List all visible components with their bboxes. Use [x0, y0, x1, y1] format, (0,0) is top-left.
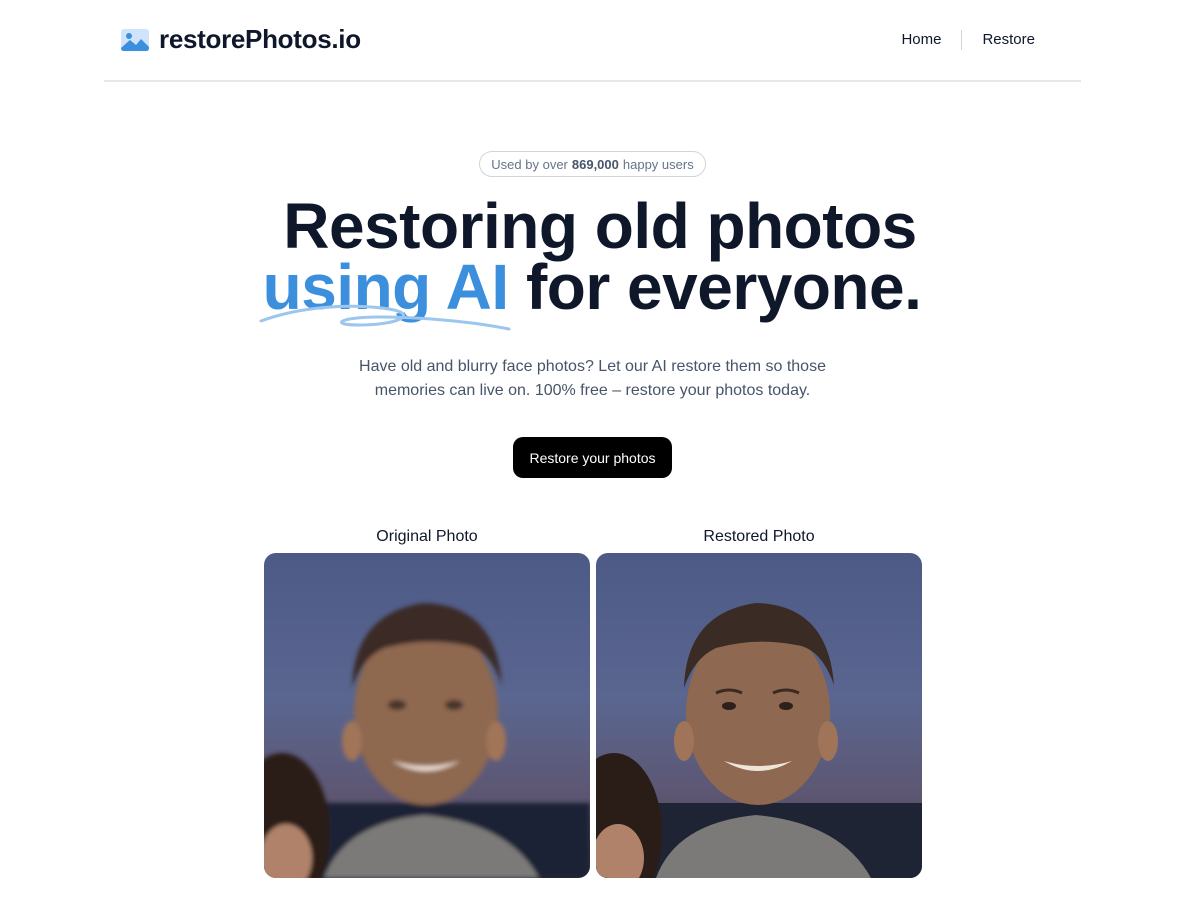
photo-icon [121, 28, 149, 51]
nav-home-link[interactable]: Home [881, 30, 961, 50]
hero-subtitle: Have old and blurry face photos? Let our… [359, 358, 826, 399]
original-photo [264, 553, 590, 878]
restore-photos-button[interactable]: Restore your photos [513, 437, 672, 478]
original-photo-column: Original Photo [264, 525, 590, 878]
restored-photo-label: Restored Photo [703, 528, 815, 545]
site-header: restorePhotos.io Home Restore [104, 0, 1081, 82]
main-nav: Home Restore [881, 30, 1055, 50]
underline-scribble [259, 304, 511, 331]
nav-restore-link[interactable]: Restore [962, 30, 1055, 50]
restored-photo [596, 553, 922, 878]
badge-suffix: happy users [622, 156, 694, 172]
logo-text: restorePhotos.io [159, 24, 361, 54]
badge-prefix: Used by over [491, 156, 568, 172]
original-photo-label: Original Photo [376, 528, 478, 545]
logo-link[interactable]: restorePhotos.io [120, 24, 361, 55]
badge-count: 869,000 [571, 156, 619, 172]
restored-photo-column: Restored Photo [596, 525, 922, 878]
hero-accent: using AI [259, 251, 511, 331]
users-badge: Used by over 869,000 happy users [479, 151, 706, 177]
hero-title-line2: using AI for everyone. [0, 251, 1192, 331]
hero-title-rest: for everyone. [525, 251, 922, 323]
